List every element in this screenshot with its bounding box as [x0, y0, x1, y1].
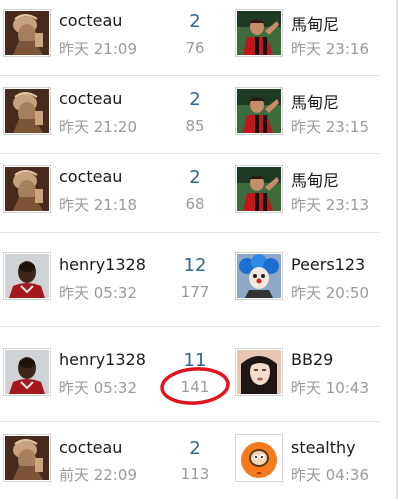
last-poster-avatar[interactable] — [235, 165, 283, 213]
post-time: 昨天 05:32 — [59, 379, 137, 397]
view-count: 113 — [180, 465, 210, 483]
post-time: 昨天 21:09 — [59, 40, 137, 58]
row-divider — [0, 153, 380, 154]
author-name-link[interactable]: henry1328 — [59, 350, 146, 369]
view-count: 177 — [180, 283, 210, 301]
clown-avatar-icon — [237, 254, 281, 298]
row-divider — [0, 75, 380, 76]
reply-count: 11 — [183, 350, 207, 371]
last-poster-avatar[interactable] — [235, 348, 283, 396]
reply-count: 2 — [189, 438, 201, 459]
last-poster-avatar[interactable] — [235, 9, 283, 57]
author-avatar[interactable] — [3, 9, 51, 57]
thread-row[interactable]: henry1328 昨天 05:32 11 141 BB29 昨天 10:43 — [0, 338, 380, 415]
author-name-link[interactable]: cocteau — [59, 11, 122, 30]
view-count: 76 — [185, 39, 205, 57]
last-post-time-link[interactable]: 昨天 10:43 — [291, 377, 369, 398]
reply-count: 2 — [189, 89, 201, 110]
author-avatar[interactable] — [3, 165, 51, 213]
thread-row[interactable]: cocteau 昨天 21:20 2 85 馬甸尼 昨天 23:15 — [0, 78, 380, 155]
author-avatar[interactable] — [3, 348, 51, 396]
last-poster-name-link[interactable]: 馬甸尼 — [291, 11, 339, 35]
woman-avatar-icon — [237, 350, 281, 394]
row-divider — [0, 232, 380, 233]
thread-row[interactable]: henry1328 昨天 05:32 12 177 Peers123 昨天 20… — [0, 242, 380, 319]
last-post-time-link[interactable]: 昨天 23:15 — [291, 116, 369, 137]
cartoon-kenny-avatar-icon — [237, 436, 281, 480]
last-poster-name-link[interactable]: 馬甸尼 — [291, 89, 339, 113]
reply-count: 2 — [189, 11, 201, 32]
author-name-link[interactable]: cocteau — [59, 438, 122, 457]
view-count: 68 — [185, 195, 205, 213]
soccer-player-avatar-icon — [237, 89, 281, 133]
last-poster-name-link[interactable]: BB29 — [291, 350, 333, 369]
post-time: 昨天 05:32 — [59, 284, 137, 302]
thread-row[interactable]: cocteau 昨天 21:18 2 68 馬甸尼 昨天 23:13 — [0, 156, 380, 233]
last-post-time-link[interactable]: 昨天 04:36 — [291, 464, 369, 485]
last-post-time-link[interactable]: 昨天 23:13 — [291, 194, 369, 215]
sculpture-avatar-icon — [5, 11, 49, 55]
reply-count: 12 — [183, 255, 207, 276]
reply-count: 2 — [189, 167, 201, 188]
soccer-player-avatar-icon — [237, 167, 281, 211]
view-count: 141 — [180, 378, 210, 396]
post-time: 前天 22:09 — [59, 466, 137, 484]
post-time: 昨天 21:18 — [59, 196, 137, 214]
last-poster-avatar[interactable] — [235, 252, 283, 300]
thread-row[interactable]: cocteau 昨天 21:09 2 76 馬甸尼 昨天 23:16 — [0, 0, 380, 77]
author-name-link[interactable]: henry1328 — [59, 255, 146, 274]
row-divider — [0, 421, 380, 422]
author-name-link[interactable]: cocteau — [59, 89, 122, 108]
last-post-time-link[interactable]: 昨天 20:50 — [291, 282, 369, 303]
sculpture-avatar-icon — [5, 436, 49, 480]
sculpture-avatar-icon — [5, 89, 49, 133]
author-avatar[interactable] — [3, 434, 51, 482]
thread-row[interactable]: cocteau 前天 22:09 2 113 stealthy 昨天 04:36 — [0, 424, 380, 501]
author-name-link[interactable]: cocteau — [59, 167, 122, 186]
row-divider — [0, 326, 380, 327]
last-poster-name-link[interactable]: stealthy — [291, 438, 356, 457]
last-post-time-link[interactable]: 昨天 23:16 — [291, 38, 369, 59]
view-count: 85 — [185, 117, 205, 135]
last-poster-avatar[interactable] — [235, 434, 283, 482]
last-poster-name-link[interactable]: 馬甸尼 — [291, 167, 339, 191]
footballer-avatar-icon — [5, 350, 49, 394]
author-avatar[interactable] — [3, 87, 51, 135]
last-poster-avatar[interactable] — [235, 87, 283, 135]
post-time: 昨天 21:20 — [59, 118, 137, 136]
author-avatar[interactable] — [3, 252, 51, 300]
sculpture-avatar-icon — [5, 167, 49, 211]
footballer-avatar-icon — [5, 254, 49, 298]
soccer-player-avatar-icon — [237, 11, 281, 55]
last-poster-name-link[interactable]: Peers123 — [291, 255, 365, 274]
